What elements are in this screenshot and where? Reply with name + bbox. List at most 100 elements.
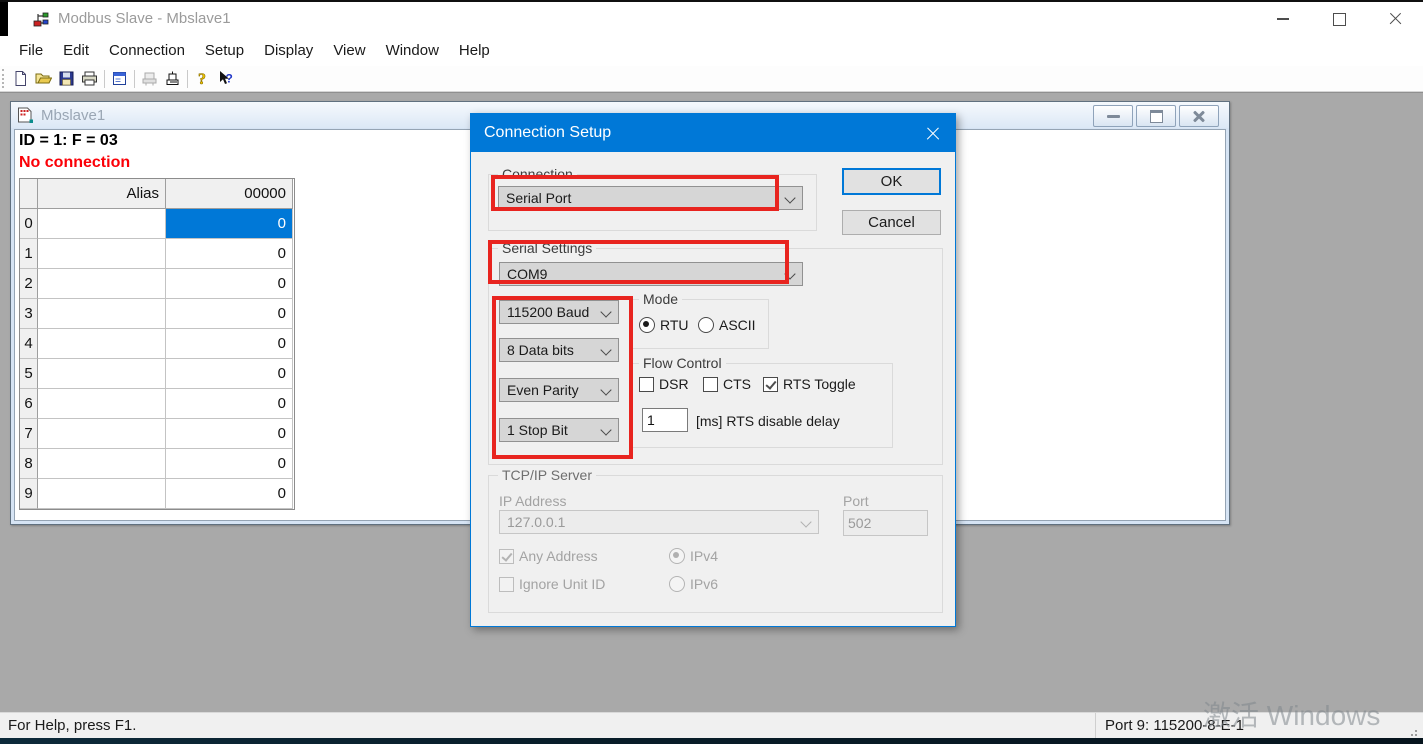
- alias-column-header[interactable]: Alias: [38, 179, 166, 209]
- alias-cell[interactable]: [38, 239, 166, 269]
- data-bits-combobox[interactable]: 8 Data bits: [499, 338, 619, 362]
- grid-corner-cell[interactable]: [20, 179, 38, 209]
- table-row: 3 0: [20, 299, 294, 329]
- alias-cell[interactable]: [38, 329, 166, 359]
- row-header-cell[interactable]: 2: [20, 269, 38, 299]
- ipv6-option: IPv6: [669, 576, 718, 592]
- mode-group-label: Mode: [639, 291, 682, 307]
- ip-address-combobox: 127.0.0.1: [499, 510, 819, 534]
- maximize-button[interactable]: [1311, 2, 1367, 36]
- resize-grip[interactable]: [1407, 730, 1409, 732]
- parity-value: Even Parity: [507, 382, 579, 398]
- serial-port-combobox[interactable]: COM9: [499, 262, 803, 286]
- row-header-cell[interactable]: 9: [20, 479, 38, 509]
- row-header-cell[interactable]: 4: [20, 329, 38, 359]
- rts-delay-label: [ms] RTS disable delay: [696, 413, 840, 429]
- table-row: 4 0: [20, 329, 294, 359]
- titlebar-notch: [0, 2, 8, 36]
- value-cell[interactable]: 0: [166, 239, 293, 269]
- value-cell[interactable]: 0: [166, 419, 293, 449]
- print-button[interactable]: [78, 68, 101, 90]
- alias-cell[interactable]: [38, 269, 166, 299]
- row-header-cell[interactable]: 7: [20, 419, 38, 449]
- alias-cell[interactable]: [38, 479, 166, 509]
- alias-cell[interactable]: [38, 359, 166, 389]
- menu-item[interactable]: View: [323, 36, 375, 66]
- child-restore-button[interactable]: [1136, 105, 1176, 127]
- display-definition-button[interactable]: [108, 68, 131, 90]
- row-header-cell[interactable]: 0: [20, 209, 38, 239]
- row-header-cell[interactable]: 8: [20, 449, 38, 479]
- alias-cell[interactable]: [38, 299, 166, 329]
- new-file-icon: [12, 70, 29, 87]
- poll-definition-button[interactable]: [138, 68, 161, 90]
- slave-id-function-line: ID = 1: F = 03: [19, 132, 118, 150]
- menu-item[interactable]: Setup: [195, 36, 254, 66]
- toolbar-separator: [134, 70, 135, 88]
- rts-delay-input[interactable]: [642, 408, 688, 432]
- cts-checkbox[interactable]: [703, 377, 718, 392]
- child-minimize-button[interactable]: [1093, 105, 1133, 127]
- chevron-down-icon: [600, 344, 611, 355]
- parity-combobox[interactable]: Even Parity: [499, 378, 619, 402]
- menu-item[interactable]: Window: [376, 36, 449, 66]
- poll-definition-icon: [141, 70, 158, 87]
- cts-option[interactable]: CTS: [703, 376, 751, 392]
- value-cell[interactable]: 0: [166, 449, 293, 479]
- baud-rate-combobox[interactable]: 115200 Baud: [499, 300, 619, 324]
- value-cell[interactable]: 0: [166, 209, 293, 239]
- menu-item[interactable]: Connection: [99, 36, 195, 66]
- any-address-checkbox: [499, 549, 514, 564]
- rts-toggle-option[interactable]: RTS Toggle: [763, 376, 856, 392]
- cancel-button[interactable]: Cancel: [842, 210, 941, 235]
- minimize-button[interactable]: [1255, 2, 1311, 36]
- row-header-cell[interactable]: 5: [20, 359, 38, 389]
- stop-bits-combobox[interactable]: 1 Stop Bit: [499, 418, 619, 442]
- value-cell[interactable]: 0: [166, 299, 293, 329]
- open-file-button[interactable]: [32, 68, 55, 90]
- ascii-radio[interactable]: [698, 317, 714, 333]
- new-file-button[interactable]: [9, 68, 32, 90]
- close-button[interactable]: [1367, 2, 1423, 36]
- menu-item[interactable]: Help: [449, 36, 500, 66]
- save-file-icon: [58, 70, 75, 87]
- dsr-checkbox[interactable]: [639, 377, 654, 392]
- minimize-icon: [1277, 18, 1289, 20]
- alias-cell[interactable]: [38, 389, 166, 419]
- rts-toggle-checkbox[interactable]: [763, 377, 778, 392]
- value-column-header[interactable]: 00000: [166, 179, 293, 209]
- connection-type-combobox[interactable]: Serial Port: [498, 186, 803, 210]
- dialog-close-button[interactable]: [909, 114, 955, 152]
- value-cell[interactable]: 0: [166, 389, 293, 419]
- menu-item[interactable]: Display: [254, 36, 323, 66]
- status-port-text: Port 9: 115200-8-E-1: [1105, 713, 1244, 738]
- rtu-radio[interactable]: [639, 317, 655, 333]
- ok-button[interactable]: OK: [842, 168, 941, 195]
- alias-cell[interactable]: [38, 209, 166, 239]
- alias-cell[interactable]: [38, 419, 166, 449]
- value-cell[interactable]: 0: [166, 329, 293, 359]
- maximize-icon: [1333, 13, 1346, 26]
- context-help-button[interactable]: ?: [214, 68, 237, 90]
- row-header-cell[interactable]: 6: [20, 389, 38, 419]
- table-row: 5 0: [20, 359, 294, 389]
- value-cell[interactable]: 0: [166, 269, 293, 299]
- menu-item[interactable]: Edit: [53, 36, 99, 66]
- svg-text:?: ?: [198, 71, 206, 87]
- child-close-button[interactable]: [1179, 105, 1219, 127]
- value-cell[interactable]: 0: [166, 479, 293, 509]
- mode-rtu-option[interactable]: RTU: [639, 317, 689, 333]
- toolbar-drag-handle[interactable]: [2, 69, 9, 88]
- save-file-button[interactable]: [55, 68, 78, 90]
- row-header-cell[interactable]: 3: [20, 299, 38, 329]
- menu-item[interactable]: File: [9, 36, 53, 66]
- help-button[interactable]: ?: [191, 68, 214, 90]
- table-row: 1 0: [20, 239, 294, 269]
- grid-header-row: Alias 00000: [20, 179, 294, 209]
- mode-ascii-option[interactable]: ASCII: [698, 317, 756, 333]
- value-cell[interactable]: 0: [166, 359, 293, 389]
- alias-cell[interactable]: [38, 449, 166, 479]
- dsr-option[interactable]: DSR: [639, 376, 689, 392]
- communication-traffic-button[interactable]: [161, 68, 184, 90]
- row-header-cell[interactable]: 1: [20, 239, 38, 269]
